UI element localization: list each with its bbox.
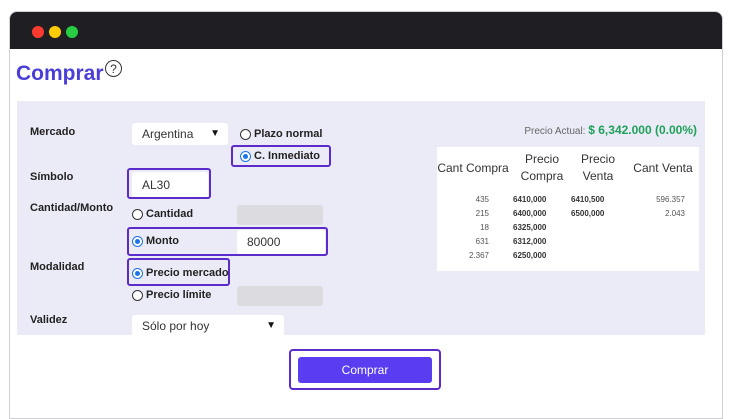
order-form-panel: Mercado Argentina ▼ Plazo normal C. Inme… <box>17 101 705 337</box>
order-book-cell: 6312,000 <box>513 237 547 246</box>
order-book-cell: 6410,500 <box>571 195 605 204</box>
order-book-cell: 6250,000 <box>513 251 547 260</box>
order-book-cell: 6410,000 <box>513 195 547 204</box>
close-window-icon[interactable] <box>32 26 44 38</box>
order-book-cell: 596.357 <box>656 195 685 204</box>
radio-precio-limite-label: Precio límite <box>146 289 212 301</box>
modalidad-label: Modalidad <box>30 261 85 273</box>
radio-plazo-normal[interactable]: Plazo normal <box>240 128 322 140</box>
simbolo-label: Símbolo <box>30 171 74 183</box>
window-titlebar <box>10 12 722 49</box>
header-cant-compra: Cant Compra <box>437 160 509 175</box>
precio-limite-input[interactable] <box>237 286 323 306</box>
validez-select[interactable]: Sólo por hoy ▼ <box>132 315 284 337</box>
highlight-precio-mercado <box>127 258 230 286</box>
radio-circle-icon <box>240 128 251 140</box>
validez-select-value: Sólo por hoy <box>142 319 210 333</box>
radio-precio-limite[interactable]: Precio límite <box>132 289 211 301</box>
radio-cantidad[interactable]: Cantidad <box>132 208 193 220</box>
order-book-cell: 6325,000 <box>513 223 547 232</box>
precio-actual: Precio Actual: $ 6,342.000 (0.00%) <box>524 123 697 137</box>
precio-actual-label: Precio Actual: <box>524 126 586 137</box>
order-book-cell: 6500,000 <box>571 209 605 218</box>
header-cant-venta: Cant Venta <box>633 160 693 175</box>
highlight-simbolo <box>127 168 211 199</box>
radio-circle-icon <box>132 289 143 301</box>
order-book-cell: 6400,000 <box>513 209 547 218</box>
cantidad-monto-label: Cantidad/Monto <box>30 202 114 214</box>
minimize-window-icon[interactable] <box>49 26 61 38</box>
mercado-select[interactable]: Argentina ▼ <box>132 123 228 145</box>
page-title: Comprar <box>16 62 104 85</box>
mercado-label: Mercado <box>30 126 76 138</box>
radio-cantidad-label: Cantidad <box>146 208 194 220</box>
precio-actual-value: $ 6,342.000 (0.00%) <box>588 123 697 137</box>
order-book-cell: 435 <box>475 195 489 204</box>
radio-plazo-normal-label: Plazo normal <box>254 128 323 140</box>
header-precio-compra: Precio Compra <box>520 152 564 183</box>
highlight-c-inmediato <box>231 145 331 167</box>
cantidad-input[interactable] <box>237 205 323 225</box>
highlight-monto <box>127 227 328 256</box>
help-icon[interactable]: ? <box>105 60 122 77</box>
order-book-cell: 2.043 <box>664 209 685 218</box>
comprar-button[interactable]: Comprar <box>298 357 432 383</box>
order-book-cell: 631 <box>475 237 489 246</box>
order-book-table: Cant Compra Precio Compra Precio Venta C… <box>437 147 699 271</box>
order-book-cell: 215 <box>475 209 489 218</box>
chevron-down-icon: ▼ <box>210 128 220 139</box>
chevron-down-icon: ▼ <box>266 320 276 331</box>
order-book-cell: 2.367 <box>468 251 489 260</box>
radio-circle-icon <box>132 208 143 220</box>
order-book-cell: 18 <box>480 223 489 232</box>
validez-label: Validez <box>30 314 68 326</box>
mercado-select-value: Argentina <box>142 127 194 141</box>
maximize-window-icon[interactable] <box>66 26 78 38</box>
header-precio-venta: Precio Venta <box>580 152 615 183</box>
